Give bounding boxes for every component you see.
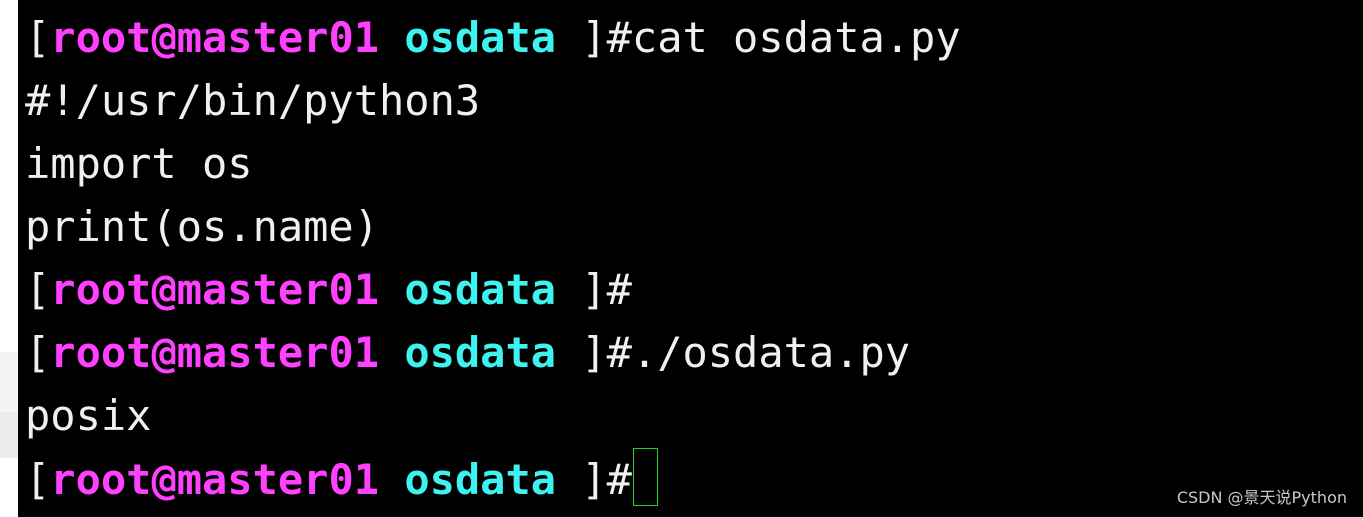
prompt-user-host: root@master01 — [50, 265, 380, 314]
left-edge-band — [0, 352, 18, 412]
prompt-user-host: root@master01 — [50, 13, 380, 62]
prompt-cwd: osdata — [404, 328, 557, 377]
terminal-line-output: print(os.name) — [25, 196, 379, 258]
prompt-symbol: ]# — [556, 13, 632, 62]
terminal-line-prompt-active[interactable]: [root@master01 osdata ]# — [25, 448, 658, 510]
terminal-line-prompt: [root@master01 osdata ]#./osdata.py — [25, 322, 910, 384]
prompt-user-host: root@master01 — [50, 455, 380, 504]
prompt-open-bracket: [ — [25, 13, 51, 62]
terminal-line-output: import os — [25, 133, 253, 195]
prompt-symbol: ]# — [556, 455, 632, 504]
left-window-edge — [0, 0, 18, 517]
command-text: cat osdata.py — [631, 13, 961, 62]
terminal-line-output: posix — [25, 385, 151, 447]
output-text: print(os.name) — [25, 202, 380, 251]
terminal-window[interactable]: [root@master01 osdata ]#cat osdata.py #!… — [18, 0, 1363, 517]
prompt-symbol: ]# — [556, 265, 632, 314]
terminal-line-prompt: [root@master01 osdata ]#cat osdata.py — [25, 7, 961, 69]
terminal-line-output: #!/usr/bin/python3 — [25, 70, 480, 132]
prompt-user-host: root@master01 — [50, 328, 380, 377]
terminal-line-prompt: [root@master01 osdata ]# — [25, 259, 632, 321]
text-cursor[interactable] — [632, 448, 658, 506]
output-text: posix — [25, 391, 152, 440]
output-text: import os — [25, 139, 253, 188]
prompt-open-bracket: [ — [25, 328, 51, 377]
prompt-open-bracket: [ — [25, 455, 51, 504]
prompt-open-bracket: [ — [25, 265, 51, 314]
output-text: #!/usr/bin/python3 — [25, 76, 481, 125]
command-text: ./osdata.py — [631, 328, 911, 377]
prompt-symbol: ]# — [556, 328, 632, 377]
prompt-cwd: osdata — [404, 265, 557, 314]
prompt-cwd: osdata — [404, 13, 557, 62]
left-edge-band — [0, 412, 18, 458]
prompt-cwd: osdata — [404, 455, 557, 504]
watermark: CSDN @景天说Python — [1176, 488, 1347, 507]
